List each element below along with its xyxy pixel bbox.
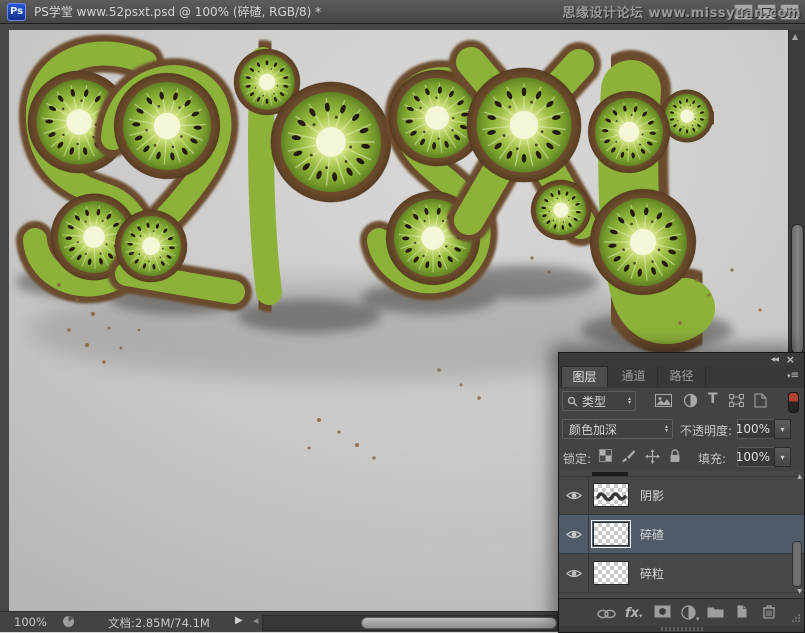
add-layer-mask-icon[interactable] — [654, 605, 671, 621]
fill-value[interactable]: 100% — [737, 447, 775, 467]
layer-list: 阴影 碎碴 碎粒 ▲ ▼ — [559, 471, 804, 598]
scroll-down-icon[interactable]: ▼ — [797, 588, 802, 595]
opacity-dropdown-icon[interactable]: ▾ — [774, 419, 791, 439]
collapse-panel-icon[interactable]: ◀◀ — [771, 356, 778, 363]
filter-row: 类型 ▴▾ T — [559, 388, 804, 415]
layer-thumbnail[interactable] — [593, 561, 629, 585]
layer-row-shadow[interactable]: 阴影 — [559, 476, 804, 515]
select-arrows-icon: ▴▾ — [628, 397, 631, 406]
fill-label: 填充: — [698, 450, 726, 467]
photoshop-window: Ps PS学堂 www.52psxt.psd @ 100% (碎碴, RGB/8… — [0, 0, 805, 633]
tab-channels[interactable]: 通道 — [610, 366, 658, 387]
photoshop-app-icon: Ps — [7, 3, 26, 21]
lock-position-move-icon[interactable] — [645, 449, 660, 467]
drag-handle-dots — [661, 627, 703, 631]
layers-panel: ◀◀ × 图层 通道 路径 ▾≡ 类型 ▴▾ T — [558, 352, 805, 633]
panel-resize-grip[interactable] — [791, 612, 801, 626]
filter-adjustment-layers-icon[interactable] — [683, 393, 698, 411]
layer-style-fx-icon[interactable]: fx▾ — [625, 606, 643, 620]
document-size-info: 文档:2.85M/74.1M — [108, 615, 210, 631]
filter-pixel-layers-icon[interactable] — [655, 394, 672, 410]
opacity-label: 不透明度: — [680, 422, 732, 439]
new-adjustment-layer-icon[interactable]: ▾ — [681, 605, 700, 623]
lock-transparency-icon[interactable] — [599, 449, 612, 465]
tab-layers[interactable]: 图层 — [561, 366, 608, 387]
fill-dropdown-icon[interactable]: ▾ — [774, 447, 791, 467]
vertical-scroll-thumb[interactable] — [791, 224, 804, 354]
blend-mode-value: 颜色加深 — [569, 421, 617, 438]
visibility-eye-icon[interactable] — [559, 476, 589, 514]
scroll-up-icon[interactable]: ▲ — [792, 32, 798, 41]
filter-type-layers-icon[interactable]: T — [708, 391, 718, 407]
document-title: PS学堂 www.52psxt.psd @ 100% (碎碴, RGB/8) * — [34, 3, 321, 20]
blend-mode-select[interactable]: 颜色加深 ▴▾ — [562, 419, 673, 439]
layer-row-suicha-selected[interactable]: 碎碴 — [559, 515, 804, 554]
link-layers-icon[interactable] — [597, 608, 616, 622]
doc-status-icon — [62, 615, 75, 631]
lock-all-icon[interactable] — [669, 449, 681, 466]
layer-scroll-thumb[interactable] — [792, 541, 802, 587]
opacity-value[interactable]: 100% — [737, 419, 775, 439]
tab-paths[interactable]: 路径 — [658, 366, 706, 387]
lock-row: 锁定: 填充: 100% ▾ — [559, 443, 804, 471]
layer-list-scrollbar[interactable]: ▲ ▼ — [793, 473, 802, 595]
filter-kind-select[interactable]: 类型 ▴▾ — [562, 391, 636, 411]
layer-thumbnail[interactable] — [593, 522, 629, 546]
scroll-up-icon[interactable]: ▲ — [797, 473, 802, 480]
lock-pixels-brush-icon[interactable] — [621, 449, 636, 466]
panel-drag-strip[interactable] — [559, 625, 804, 632]
filter-smart-objects-icon[interactable] — [754, 393, 767, 411]
visibility-eye-icon[interactable] — [559, 515, 589, 553]
search-icon — [567, 396, 578, 407]
select-arrows-icon: ▴▾ — [665, 425, 668, 434]
layer-row-suili[interactable]: 碎粒 — [559, 554, 804, 593]
layer-thumbnail[interactable] — [593, 483, 629, 507]
zoom-level[interactable]: 100% — [14, 615, 47, 629]
new-layer-icon[interactable] — [735, 604, 748, 622]
visibility-eye-icon[interactable] — [559, 554, 589, 592]
watermark: 思缘设计论坛 www.missyuan.com — [562, 2, 801, 21]
scroll-left-icon[interactable]: ◀ — [253, 617, 258, 625]
new-group-folder-icon[interactable] — [707, 605, 724, 621]
filter-shape-layers-icon[interactable] — [729, 394, 744, 410]
layer-name: 碎粒 — [640, 565, 664, 582]
layers-toolbar: fx▾ ▾ — [559, 598, 804, 626]
filter-kind-value: 类型 — [582, 393, 606, 410]
horizontal-scrollbar[interactable] — [262, 615, 558, 631]
layer-name: 阴影 — [640, 487, 664, 504]
lock-label: 锁定: — [563, 450, 591, 467]
panel-tabs: 图层 通道 路径 ▾≡ — [559, 366, 804, 389]
blend-row: 颜色加深 ▴▾ 不透明度: 100% ▾ — [559, 415, 804, 443]
layer-name: 碎碴 — [640, 526, 664, 543]
panel-menu-icon[interactable]: ▾≡ — [787, 370, 799, 381]
panel-header: ◀◀ × — [559, 353, 804, 367]
delete-layer-trash-icon[interactable] — [762, 604, 776, 622]
panel-close-icon[interactable]: × — [786, 353, 795, 366]
filter-toggle-switch[interactable] — [788, 392, 799, 413]
horizontal-scroll-thumb[interactable] — [361, 617, 557, 629]
status-expand-icon[interactable]: ▶ — [235, 615, 243, 626]
